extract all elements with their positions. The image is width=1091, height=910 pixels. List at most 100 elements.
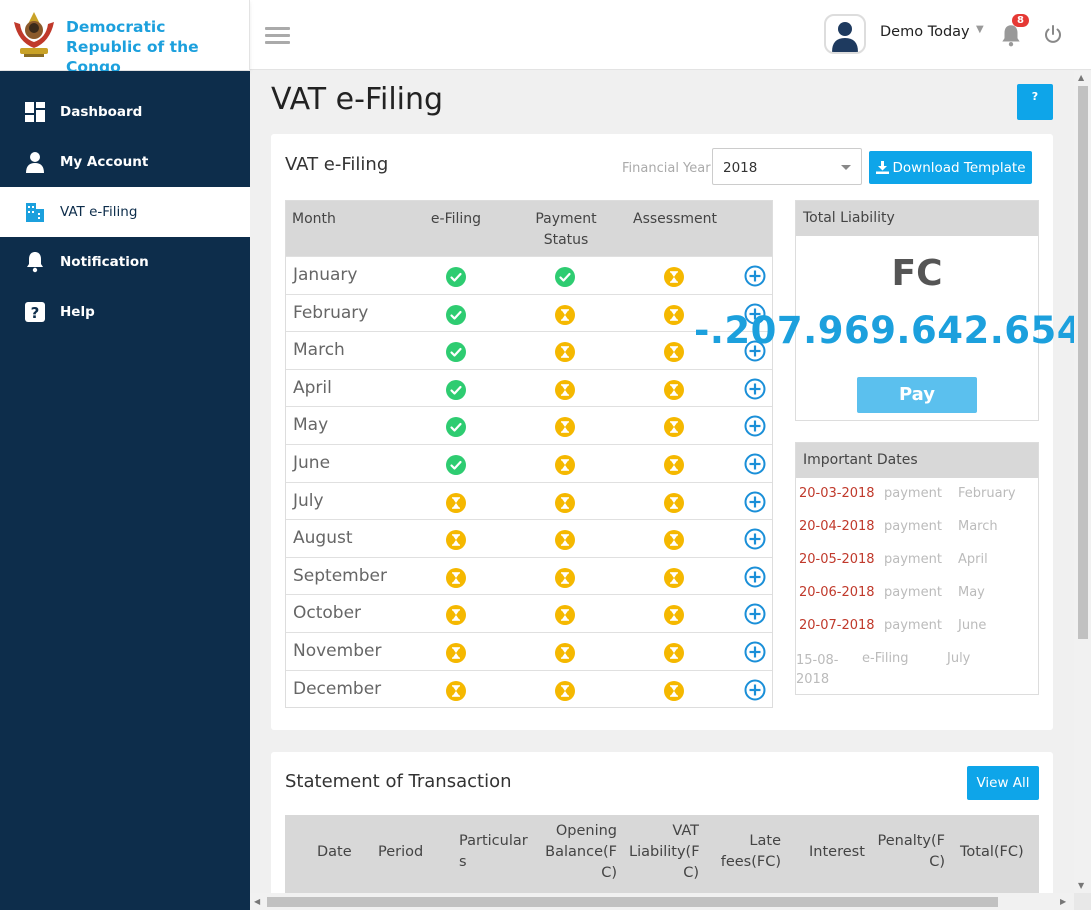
table-row: July xyxy=(286,481,772,520)
scroll-right-arrow-icon[interactable]: ▶ xyxy=(1060,897,1066,906)
month-name: March xyxy=(293,340,345,361)
sidebar-item-label: Notification xyxy=(60,254,149,270)
hourglass-icon xyxy=(664,492,684,513)
sidebar-item-my-account[interactable]: My Account xyxy=(0,137,250,187)
add-circle-icon[interactable] xyxy=(744,679,766,701)
financial-year-select[interactable]: 2018 xyxy=(712,148,862,185)
add-circle-icon[interactable] xyxy=(744,265,766,287)
table-row: October xyxy=(286,594,772,632)
add-circle-icon[interactable] xyxy=(744,603,766,625)
date-type: payment xyxy=(884,618,942,633)
statement-title: Statement of Transaction xyxy=(285,771,512,792)
question-icon: ? xyxy=(24,301,46,323)
date-month: February xyxy=(958,486,1016,501)
check-circle-icon xyxy=(446,304,466,325)
add-circle-icon[interactable] xyxy=(744,415,766,437)
date-value: 20-05-2018 xyxy=(799,552,875,567)
date-value: 20-06-2018 xyxy=(799,585,875,600)
hourglass-icon xyxy=(555,492,575,513)
month-name: September xyxy=(293,565,387,586)
table-row: September xyxy=(286,556,772,595)
view-all-button[interactable]: View All xyxy=(967,766,1039,800)
menu-toggle-icon[interactable] xyxy=(265,27,290,45)
download-template-button[interactable]: Download Template xyxy=(869,151,1032,184)
coat-of-arms-logo xyxy=(14,12,54,57)
bell-icon xyxy=(24,251,46,273)
scroll-left-arrow-icon[interactable]: ◀ xyxy=(254,897,260,906)
add-circle-icon[interactable] xyxy=(744,491,766,513)
hourglass-icon xyxy=(664,454,684,475)
statement-panel: Statement of Transaction View All Date P… xyxy=(271,752,1053,910)
date-type: e-Filing xyxy=(862,651,909,666)
hourglass-icon xyxy=(664,342,684,363)
sidebar-item-dashboard[interactable]: Dashboard xyxy=(0,87,250,137)
hourglass-icon xyxy=(555,680,575,701)
add-circle-icon[interactable] xyxy=(744,453,766,475)
liability-title: Total Liability xyxy=(796,201,1038,236)
pay-button[interactable]: Pay xyxy=(857,377,977,413)
horizontal-scrollbar[interactable]: ◀ ▶ xyxy=(250,893,1074,910)
hourglass-icon xyxy=(664,379,684,400)
hourglass-icon xyxy=(555,642,575,663)
check-circle-icon xyxy=(446,342,466,363)
scroll-down-arrow-icon[interactable]: ▼ xyxy=(1078,881,1084,890)
table-row: December xyxy=(286,669,772,708)
column-header-assessment: Assessment xyxy=(633,211,717,227)
chevron-down-icon[interactable]: ▼ xyxy=(976,24,984,35)
sidebar-item-vat-efiling[interactable]: VAT e-Filing xyxy=(0,187,250,237)
table-row: April xyxy=(286,368,772,407)
sidebar-item-notification[interactable]: Notification xyxy=(0,237,250,287)
sidebar-item-help[interactable]: ? Help xyxy=(0,287,250,337)
important-date-row: 20-07-2018 payment June xyxy=(799,618,1039,638)
add-circle-icon[interactable] xyxy=(744,566,766,588)
add-circle-icon[interactable] xyxy=(744,378,766,400)
column-header-total: Total(FC) xyxy=(960,844,1024,860)
avatar[interactable] xyxy=(824,14,866,54)
important-date-row: 20-05-2018 payment April xyxy=(799,552,1039,572)
month-name: February xyxy=(293,302,369,323)
vat-efiling-panel: VAT e-Filing Financial Year 2018 Downloa… xyxy=(271,134,1091,730)
check-circle-icon xyxy=(446,417,466,438)
month-name: July xyxy=(293,490,324,511)
financial-year-label: Financial Year xyxy=(622,161,711,176)
table-row: May xyxy=(286,406,772,444)
vertical-scrollbar[interactable]: ▲ ▼ xyxy=(1074,71,1091,896)
liability-currency: FC xyxy=(891,253,943,294)
date-value: 20-03-2018 xyxy=(799,486,875,501)
add-circle-icon[interactable] xyxy=(744,528,766,550)
help-button[interactable]: ? xyxy=(1017,84,1053,120)
page-title: VAT e-Filing xyxy=(271,82,444,117)
check-circle-icon xyxy=(555,267,575,287)
date-type: payment xyxy=(884,486,942,501)
hourglass-icon xyxy=(446,680,466,701)
scrollbar-corner xyxy=(1074,893,1091,910)
horizontal-scroll-thumb[interactable] xyxy=(267,897,998,907)
date-month: July xyxy=(947,651,971,666)
important-dates-title: Important Dates xyxy=(796,443,1038,478)
liability-amount: -.207.969.642.654.3 xyxy=(694,309,1091,352)
chevron-down-icon xyxy=(841,165,851,170)
hourglass-icon xyxy=(664,304,684,325)
add-circle-icon[interactable] xyxy=(744,641,766,663)
brand[interactable]: Democratic Republic of the Congo xyxy=(0,0,250,76)
table-row: January xyxy=(286,256,772,294)
column-header-efiling: e-Filing xyxy=(430,211,482,227)
hourglass-icon xyxy=(664,267,684,287)
svg-text:?: ? xyxy=(31,304,40,322)
important-date-row: 15-08-2018 e-Filing July xyxy=(796,651,1036,687)
hourglass-icon xyxy=(555,342,575,363)
user-menu[interactable]: Demo Today xyxy=(880,24,970,40)
hourglass-icon xyxy=(446,642,466,663)
hourglass-icon xyxy=(555,379,575,400)
column-header-payment-status: Payment Status xyxy=(535,211,597,248)
hourglass-icon xyxy=(664,680,684,701)
power-icon[interactable] xyxy=(1042,23,1064,45)
user-icon xyxy=(24,151,46,173)
date-value: 15-08-2018 xyxy=(796,653,839,687)
hourglass-icon xyxy=(664,605,684,626)
vertical-scroll-thumb[interactable] xyxy=(1078,86,1088,639)
month-name: August xyxy=(293,528,353,549)
sidebar-item-label: Help xyxy=(60,304,95,320)
check-circle-icon xyxy=(446,379,466,400)
scroll-up-arrow-icon[interactable]: ▲ xyxy=(1078,73,1084,82)
